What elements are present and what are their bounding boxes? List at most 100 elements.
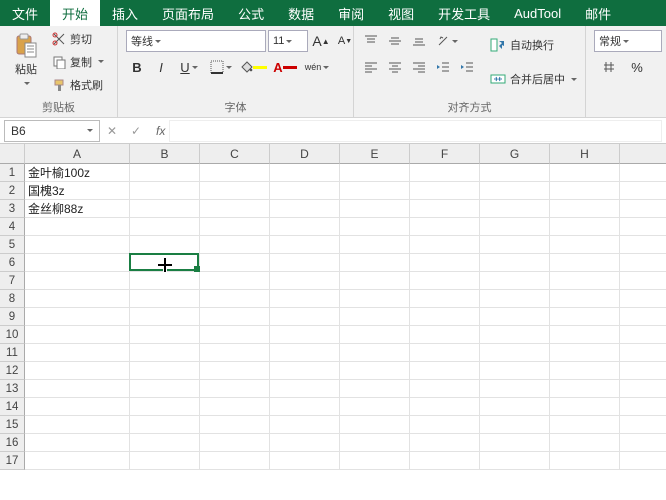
cell[interactable] bbox=[340, 362, 410, 380]
cell[interactable] bbox=[620, 236, 666, 254]
row-header[interactable]: 6 bbox=[0, 254, 25, 272]
increase-indent-button[interactable] bbox=[456, 56, 478, 78]
row-header[interactable]: 10 bbox=[0, 326, 25, 344]
cell[interactable] bbox=[200, 218, 270, 236]
cell[interactable] bbox=[270, 362, 340, 380]
cell[interactable] bbox=[130, 398, 200, 416]
accounting-format-button[interactable] bbox=[594, 56, 624, 78]
row-header[interactable]: 17 bbox=[0, 452, 25, 470]
bold-button[interactable]: B bbox=[126, 56, 148, 78]
cell[interactable] bbox=[550, 398, 620, 416]
cell[interactable] bbox=[550, 200, 620, 218]
cell[interactable] bbox=[550, 380, 620, 398]
cell[interactable] bbox=[130, 344, 200, 362]
column-header[interactable]: F bbox=[410, 144, 480, 164]
cell[interactable] bbox=[200, 326, 270, 344]
cell[interactable] bbox=[410, 272, 480, 290]
cell[interactable] bbox=[550, 362, 620, 380]
cell[interactable] bbox=[200, 290, 270, 308]
cell[interactable] bbox=[270, 290, 340, 308]
cell[interactable] bbox=[550, 416, 620, 434]
column-header[interactable]: E bbox=[340, 144, 410, 164]
cell[interactable] bbox=[340, 272, 410, 290]
format-painter-button[interactable]: 格式刷 bbox=[48, 74, 108, 96]
cell[interactable] bbox=[340, 380, 410, 398]
cell[interactable] bbox=[25, 344, 130, 362]
cell[interactable] bbox=[25, 236, 130, 254]
cell[interactable] bbox=[25, 380, 130, 398]
column-header[interactable]: A bbox=[25, 144, 130, 164]
cell[interactable] bbox=[550, 434, 620, 452]
underline-button[interactable]: U bbox=[174, 56, 204, 78]
cell[interactable] bbox=[620, 416, 666, 434]
cell[interactable] bbox=[130, 326, 200, 344]
cell[interactable] bbox=[130, 290, 200, 308]
cell[interactable] bbox=[620, 164, 666, 182]
accept-formula-button[interactable]: ✓ bbox=[124, 120, 148, 142]
cell[interactable]: 国槐3z bbox=[25, 182, 130, 200]
column-header[interactable] bbox=[620, 144, 666, 164]
cell[interactable] bbox=[340, 398, 410, 416]
decrease-font-button[interactable]: A▼ bbox=[334, 30, 356, 52]
cell[interactable] bbox=[200, 308, 270, 326]
tab-layout[interactable]: 页面布局 bbox=[150, 0, 226, 26]
row-header[interactable]: 3 bbox=[0, 200, 25, 218]
cell[interactable] bbox=[130, 308, 200, 326]
cell[interactable] bbox=[130, 362, 200, 380]
cell[interactable] bbox=[270, 380, 340, 398]
row-header[interactable]: 9 bbox=[0, 308, 25, 326]
cell[interactable] bbox=[480, 380, 550, 398]
fill-color-button[interactable] bbox=[238, 56, 268, 78]
cell[interactable] bbox=[410, 326, 480, 344]
cell[interactable] bbox=[270, 434, 340, 452]
formula-input[interactable] bbox=[169, 120, 662, 142]
italic-button[interactable]: I bbox=[150, 56, 172, 78]
row-header[interactable]: 4 bbox=[0, 218, 25, 236]
cell[interactable] bbox=[270, 416, 340, 434]
cell[interactable] bbox=[480, 344, 550, 362]
cell[interactable] bbox=[270, 236, 340, 254]
cell[interactable] bbox=[340, 182, 410, 200]
font-color-button[interactable]: A bbox=[270, 56, 300, 78]
cancel-formula-button[interactable]: ✕ bbox=[100, 120, 124, 142]
cell[interactable] bbox=[620, 272, 666, 290]
cell[interactable] bbox=[620, 380, 666, 398]
tab-audtool[interactable]: AudTool bbox=[502, 0, 573, 26]
paste-button[interactable]: 粘贴 bbox=[4, 28, 48, 96]
cell[interactable] bbox=[480, 164, 550, 182]
cell[interactable] bbox=[620, 452, 666, 470]
cell[interactable] bbox=[410, 236, 480, 254]
cell[interactable] bbox=[340, 416, 410, 434]
cell[interactable] bbox=[410, 182, 480, 200]
cell[interactable] bbox=[410, 308, 480, 326]
cell[interactable] bbox=[25, 290, 130, 308]
cell[interactable] bbox=[200, 272, 270, 290]
cell[interactable] bbox=[340, 326, 410, 344]
cell[interactable] bbox=[270, 254, 340, 272]
cell[interactable] bbox=[410, 434, 480, 452]
cell[interactable] bbox=[480, 434, 550, 452]
cell[interactable] bbox=[410, 344, 480, 362]
cell[interactable] bbox=[340, 164, 410, 182]
cell[interactable] bbox=[550, 164, 620, 182]
cell[interactable] bbox=[130, 416, 200, 434]
cell[interactable] bbox=[620, 254, 666, 272]
ruby-button[interactable]: wén bbox=[302, 56, 332, 78]
cell[interactable] bbox=[480, 254, 550, 272]
merge-center-button[interactable]: 合并后居中 bbox=[486, 68, 581, 90]
cut-button[interactable]: 剪切 bbox=[48, 28, 108, 50]
cell[interactable] bbox=[620, 308, 666, 326]
cell[interactable] bbox=[620, 182, 666, 200]
column-header[interactable]: G bbox=[480, 144, 550, 164]
cell[interactable] bbox=[410, 200, 480, 218]
cell[interactable] bbox=[340, 218, 410, 236]
cell[interactable] bbox=[620, 218, 666, 236]
cell[interactable] bbox=[130, 452, 200, 470]
cell[interactable] bbox=[340, 200, 410, 218]
row-header[interactable]: 8 bbox=[0, 290, 25, 308]
cell[interactable] bbox=[550, 218, 620, 236]
cell[interactable] bbox=[130, 434, 200, 452]
cell[interactable] bbox=[550, 344, 620, 362]
fx-icon[interactable]: fx bbox=[156, 124, 165, 138]
cell[interactable] bbox=[25, 272, 130, 290]
